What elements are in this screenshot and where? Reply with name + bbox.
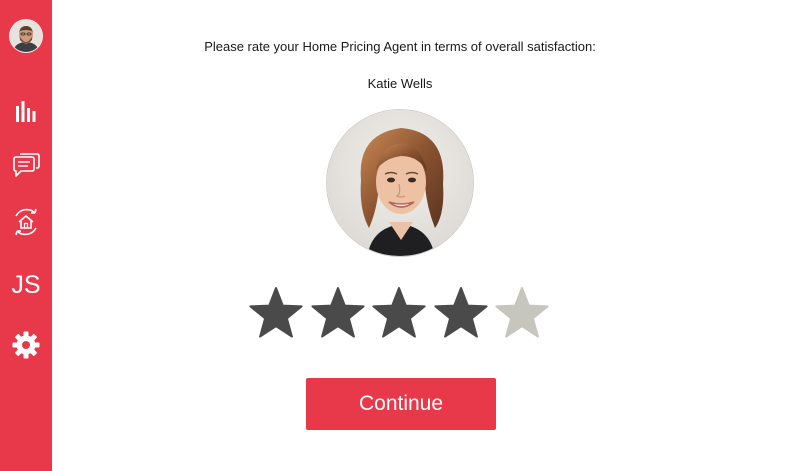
user-avatar-icon	[10, 20, 42, 52]
user-avatar-button[interactable]	[0, 18, 52, 54]
avatar	[9, 19, 43, 53]
bar-chart-icon	[16, 101, 36, 122]
star-icon	[495, 287, 549, 338]
star-2[interactable]	[310, 286, 366, 342]
star-4[interactable]	[433, 286, 489, 342]
sidebar-item-messages[interactable]	[0, 148, 52, 182]
home-refresh-icon	[15, 208, 37, 236]
survey-prompt: Please rate your Home Pricing Agent in t…	[204, 39, 596, 54]
chat-bubbles-icon	[13, 153, 40, 177]
continue-button[interactable]: Continue	[306, 378, 496, 430]
agent-portrait-image	[327, 110, 473, 256]
star-3[interactable]	[371, 286, 427, 342]
main-content: Please rate your Home Pricing Agent in t…	[52, 0, 800, 471]
sidebar-item-settings[interactable]	[0, 328, 52, 362]
star-5[interactable]	[494, 286, 550, 342]
profile-initials-label: JS	[11, 270, 41, 299]
sidebar: JS	[0, 0, 52, 471]
star-rating[interactable]	[248, 286, 554, 346]
agent-name: Katie Wells	[367, 76, 433, 91]
agent-photo	[326, 109, 474, 257]
star-icon	[433, 287, 488, 338]
app-window: JS Please rate your Home Pricing Agent i…	[0, 0, 800, 471]
star-icon	[249, 287, 303, 338]
star-1[interactable]	[248, 286, 304, 342]
gear-icon	[12, 331, 40, 359]
sidebar-item-profile-initials[interactable]: JS	[0, 268, 52, 302]
sidebar-item-stats[interactable]	[0, 96, 52, 126]
star-icon	[310, 287, 365, 338]
sidebar-item-home[interactable]	[0, 204, 52, 240]
star-icon	[372, 287, 426, 338]
